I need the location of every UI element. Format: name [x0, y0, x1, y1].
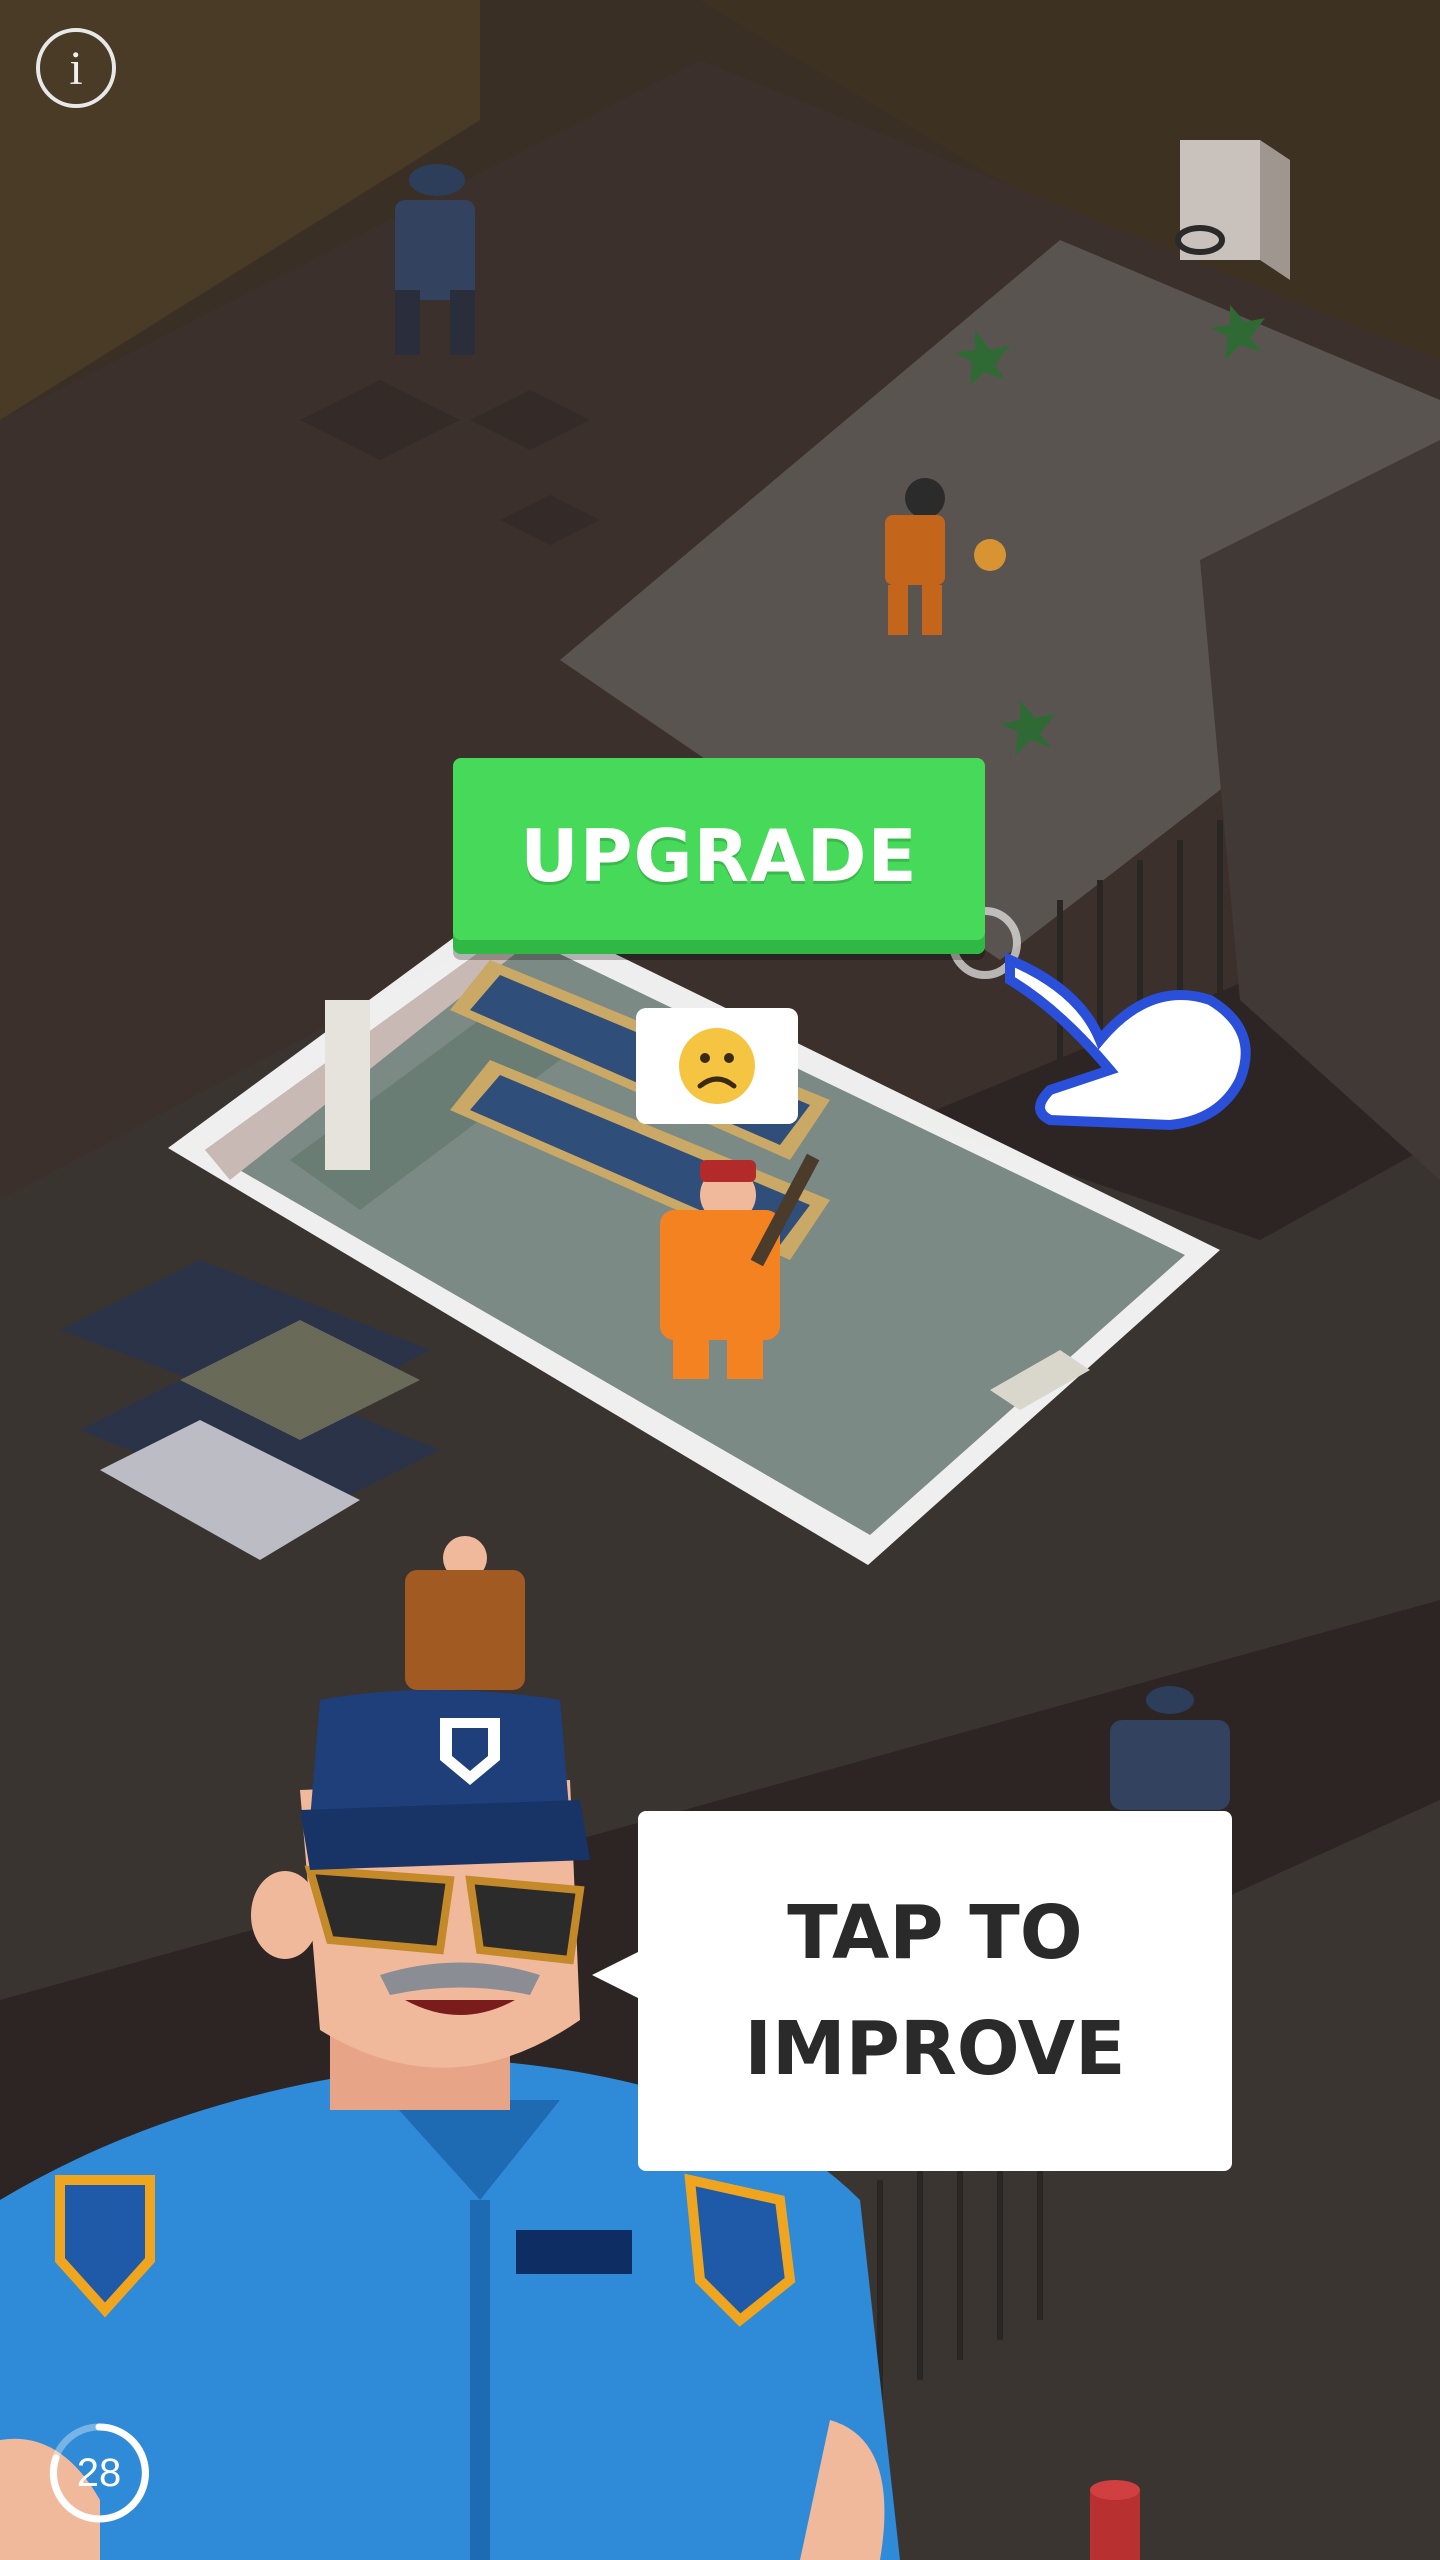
guard-speech-bubble[interactable]: TAP TO IMPROVE [638, 1811, 1232, 2171]
upgrade-button[interactable]: UPGRADE [453, 758, 985, 954]
sad-emoji-bubble [636, 1008, 798, 1140]
countdown-timer: 28 [44, 2418, 154, 2528]
game-scene [0, 0, 1440, 2560]
info-icon: i [69, 41, 83, 95]
speech-text: TAP TO IMPROVE [744, 1890, 1126, 2092]
sad-face-icon [679, 1028, 755, 1140]
timer-value: 28 [76, 2450, 122, 2495]
trash-can [1090, 2480, 1140, 2560]
upgrade-button-label: UPGRADE [520, 814, 918, 898]
info-button[interactable]: i [36, 28, 116, 108]
basketball-hoop [1175, 140, 1290, 280]
